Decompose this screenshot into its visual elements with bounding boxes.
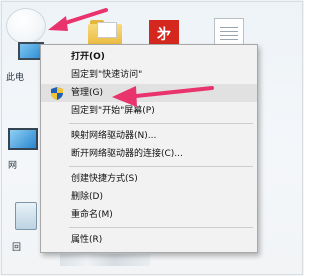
blurred-desktop-area [60, 254, 150, 266]
menu-item-label: 断开网络驱动器的连接(C)... [71, 149, 183, 159]
menu-item-label: 删除(D) [71, 192, 103, 202]
menu-separator [69, 227, 253, 228]
menu-item-rename[interactable]: 重命名(M) [41, 206, 257, 224]
context-menu: 打开(O) 固定到"快速访问" 管理(G) 固定到"开始"屏幕(P) 映射网络驱… [40, 44, 258, 253]
menu-item-label: 打开(O) [71, 52, 105, 62]
menu-item-create-shortcut[interactable]: 创建快捷方式(S) [41, 170, 257, 188]
recycle-bin-desktop-icon[interactable]: 回 [12, 200, 40, 253]
menu-item-map-network-drive[interactable]: 映射网络驱动器(N)... [41, 127, 257, 145]
annotation-arrow-manage [112, 86, 214, 107]
menu-item-label: 创建快捷方式(S) [71, 174, 138, 184]
menu-separator [69, 123, 253, 124]
menu-separator [69, 166, 253, 167]
menu-item-properties[interactable]: 属性(R) [41, 231, 257, 249]
shield-icon [51, 87, 63, 100]
recycle-bin-label: 回 [12, 243, 22, 253]
recycle-bin-icon [15, 202, 37, 230]
network-label: 网 [8, 161, 18, 171]
app-tile-text: 㐧 [157, 27, 171, 43]
menu-item-label: 管理(G) [71, 88, 103, 98]
annotation-arrow-this-pc [48, 8, 108, 31]
document-icon [220, 27, 238, 43]
network-desktop-icon[interactable]: 网 [8, 128, 42, 171]
network-icon [8, 128, 38, 150]
desktop: 此电 㐧 网 回 打开(O) 固定到"快速访问" 管理(G) 固定到"开始"屏幕… [0, 0, 304, 276]
menu-item-disconnect-network-drive[interactable]: 断开网络驱动器的连接(C)... [41, 145, 257, 163]
menu-item-label: 属性(R) [71, 235, 103, 245]
menu-item-label: 重命名(M) [71, 210, 113, 220]
this-pc-label: 此电 [6, 73, 25, 83]
menu-item-label: 固定到"快速访问" [71, 70, 143, 80]
menu-item-label: 映射网络驱动器(N)... [71, 131, 157, 141]
menu-item-delete[interactable]: 删除(D) [41, 188, 257, 206]
menu-item-open[interactable]: 打开(O) [41, 48, 257, 66]
